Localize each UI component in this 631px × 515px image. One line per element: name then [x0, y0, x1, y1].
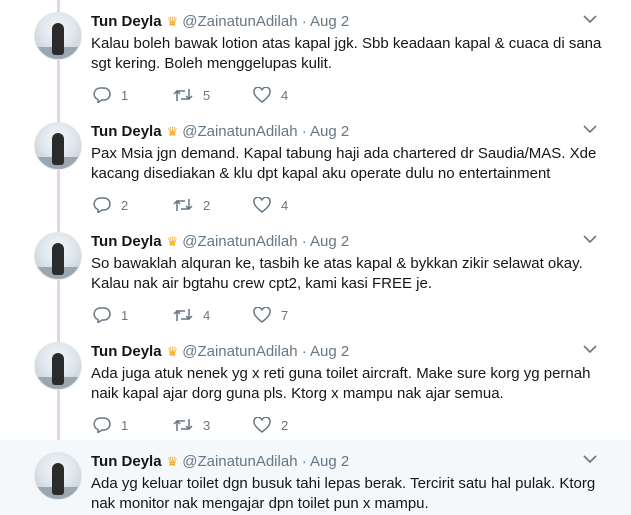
tweet-item[interactable]: Tun Deyla ♛ @ZainatunAdilah · Aug 2 Kalau …: [0, 0, 631, 110]
retweet-count: 5: [203, 87, 211, 103]
avatar[interactable]: [34, 122, 82, 170]
reply-icon: [93, 417, 111, 433]
avatar[interactable]: [34, 232, 82, 280]
tweet-item[interactable]: Tun Deyla ♛ @ZainatunAdilah · Aug 2 Ada ju…: [0, 330, 631, 440]
tweet-text: Pax Msia jgn demand. Kapal tabung haji a…: [91, 145, 597, 182]
reply-count: 1: [121, 307, 129, 323]
like-button[interactable]: 2: [253, 416, 288, 434]
reply-icon: [93, 87, 111, 103]
avatar[interactable]: [34, 12, 82, 60]
chevron-down-icon[interactable]: [583, 454, 597, 464]
reply-button[interactable]: 2: [93, 196, 128, 214]
tweet-date[interactable]: · Aug 2: [302, 13, 350, 30]
heart-icon: [253, 87, 271, 103]
like-count: 4: [281, 87, 289, 103]
tweet-header: Tun Deyla ♛ @ZainatunAdilah · Aug 2: [91, 343, 349, 361]
tweet-text: Ada yg keluar toilet dgn busuk tahi lepa…: [91, 475, 596, 512]
tweet-actions: 1 5 4: [93, 86, 393, 104]
heart-icon: [253, 417, 271, 433]
reply-button[interactable]: 1: [93, 86, 128, 104]
chevron-down-icon[interactable]: [583, 14, 597, 24]
retweet-icon: [173, 89, 193, 101]
retweet-icon: [173, 309, 193, 321]
tweet-actions: 1 3 2: [93, 416, 393, 434]
tweet-header: Tun Deyla ♛ @ZainatunAdilah · Aug 2: [91, 13, 349, 31]
tweet-text: Ada juga atuk nenek yg x reti guna toile…: [91, 365, 591, 402]
like-count: 4: [281, 197, 289, 213]
display-name[interactable]: Tun Deyla: [91, 13, 162, 30]
retweet-count: 4: [203, 307, 211, 323]
tweet-item[interactable]: Tun Deyla ♛ @ZainatunAdilah · Aug 2 Pax Ms…: [0, 110, 631, 220]
like-button[interactable]: 4: [253, 86, 288, 104]
crown-icon: ♛: [166, 454, 179, 469]
reply-button[interactable]: 1: [93, 416, 128, 434]
retweet-button[interactable]: 2: [173, 196, 210, 214]
tweet-header: Tun Deyla ♛ @ZainatunAdilah · Aug 2: [91, 123, 349, 141]
tweet-date[interactable]: · Aug 2: [302, 453, 350, 470]
tweet-text: So bawaklah alquran ke, tasbih ke atas k…: [91, 255, 583, 292]
display-name[interactable]: Tun Deyla: [91, 343, 162, 360]
tweet-item-highlighted[interactable]: Tun Deyla ♛ @ZainatunAdilah · Aug 2 Ada yg…: [0, 440, 631, 515]
retweet-button[interactable]: 5: [173, 86, 210, 104]
avatar[interactable]: [34, 342, 82, 390]
user-handle[interactable]: @ZainatunAdilah: [182, 233, 297, 250]
chevron-down-icon[interactable]: [583, 344, 597, 354]
display-name[interactable]: Tun Deyla: [91, 233, 162, 250]
user-handle[interactable]: @ZainatunAdilah: [182, 343, 297, 360]
reply-count: 1: [121, 417, 129, 433]
retweet-count: 3: [203, 417, 211, 433]
like-count: 2: [281, 417, 289, 433]
retweet-count: 2: [203, 197, 211, 213]
crown-icon: ♛: [166, 344, 179, 359]
reply-icon: [93, 307, 111, 323]
like-button[interactable]: 7: [253, 306, 288, 324]
tweet-date[interactable]: · Aug 2: [302, 233, 350, 250]
reply-count: 2: [121, 197, 129, 213]
retweet-button[interactable]: 4: [173, 306, 210, 324]
crown-icon: ♛: [166, 14, 179, 29]
reply-icon: [93, 197, 111, 213]
tweet-header: Tun Deyla ♛ @ZainatunAdilah · Aug 2: [91, 453, 349, 471]
reply-button[interactable]: 1: [93, 306, 128, 324]
user-handle[interactable]: @ZainatunAdilah: [182, 13, 297, 30]
chevron-down-icon[interactable]: [583, 234, 597, 244]
tweet-item[interactable]: Tun Deyla ♛ @ZainatunAdilah · Aug 2 So baw…: [0, 220, 631, 330]
display-name[interactable]: Tun Deyla: [91, 453, 162, 470]
heart-icon: [253, 307, 271, 323]
user-handle[interactable]: @ZainatunAdilah: [182, 123, 297, 140]
retweet-icon: [173, 199, 193, 211]
tweet-actions: 2 2 4: [93, 196, 393, 214]
display-name[interactable]: Tun Deyla: [91, 123, 162, 140]
chevron-down-icon[interactable]: [583, 124, 597, 134]
crown-icon: ♛: [166, 234, 179, 249]
crown-icon: ♛: [166, 124, 179, 139]
retweet-icon: [173, 419, 193, 431]
heart-icon: [253, 197, 271, 213]
tweet-text: Kalau boleh bawak lotion atas kapal jgk.…: [91, 35, 602, 72]
like-button[interactable]: 4: [253, 196, 288, 214]
like-count: 7: [281, 307, 289, 323]
user-handle[interactable]: @ZainatunAdilah: [182, 453, 297, 470]
avatar[interactable]: [34, 452, 82, 500]
tweet-header: Tun Deyla ♛ @ZainatunAdilah · Aug 2: [91, 233, 349, 251]
tweet-date[interactable]: · Aug 2: [302, 343, 350, 360]
tweet-date[interactable]: · Aug 2: [302, 123, 350, 140]
retweet-button[interactable]: 3: [173, 416, 210, 434]
tweet-actions: 1 4 7: [93, 306, 393, 324]
reply-count: 1: [121, 87, 129, 103]
